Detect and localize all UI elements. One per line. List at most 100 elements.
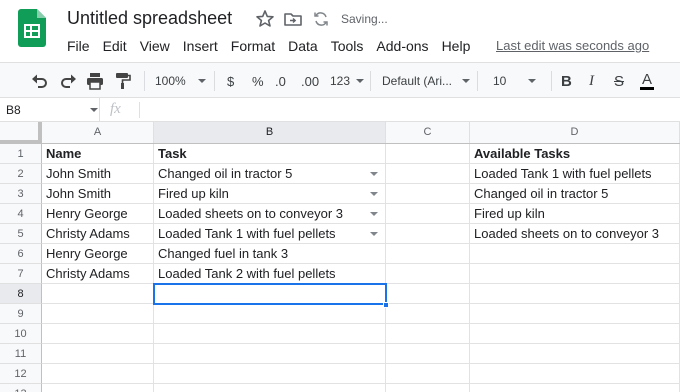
dropdown-arrow-icon[interactable]	[370, 192, 378, 196]
cell-b1[interactable]: Task	[154, 144, 386, 164]
cell-d2[interactable]: Loaded Tank 1 with fuel pellets	[470, 164, 680, 184]
cell-a11[interactable]	[42, 344, 154, 364]
cell-d9[interactable]	[470, 304, 680, 324]
document-title[interactable]: Untitled spreadsheet	[67, 8, 232, 29]
row-header-9[interactable]: 9	[0, 304, 42, 324]
menu-tools[interactable]: Tools	[331, 38, 364, 54]
cell-c3[interactable]	[386, 184, 470, 204]
cell-b12[interactable]	[154, 364, 386, 384]
row-header-13[interactable]: 13	[0, 384, 42, 392]
cell-b9[interactable]	[154, 304, 386, 324]
cell-d4[interactable]: Fired up kiln	[470, 204, 680, 224]
cell-a4[interactable]: Henry George	[42, 204, 154, 224]
print-icon[interactable]	[85, 72, 105, 90]
font-family-select[interactable]: Default (Ari...	[382, 72, 471, 90]
cell-c6[interactable]	[386, 244, 470, 264]
cell-c4[interactable]	[386, 204, 470, 224]
row-header-4[interactable]: 4	[0, 204, 42, 224]
cell-c5[interactable]	[386, 224, 470, 244]
row-header-6[interactable]: 6	[0, 244, 42, 264]
cell-b3[interactable]: Fired up kiln	[154, 184, 386, 204]
menu-view[interactable]: View	[140, 38, 170, 54]
column-header-a[interactable]: A	[42, 122, 154, 143]
cell-a7[interactable]: Christy Adams	[42, 264, 154, 284]
cell-d6[interactable]	[470, 244, 680, 264]
cell-d12[interactable]	[470, 364, 680, 384]
last-edit-link[interactable]: Last edit was seconds ago	[496, 38, 649, 53]
cell-b7[interactable]: Loaded Tank 2 with fuel pellets	[154, 264, 386, 284]
cell-a5[interactable]: Christy Adams	[42, 224, 154, 244]
cell-c9[interactable]	[386, 304, 470, 324]
row-header-8[interactable]: 8	[0, 284, 42, 304]
cell-c7[interactable]	[386, 264, 470, 284]
cell-d7[interactable]	[470, 264, 680, 284]
cell-d8[interactable]	[470, 284, 680, 304]
decrease-decimal-button[interactable]: .0	[275, 72, 286, 90]
row-header-5[interactable]: 5	[0, 224, 42, 244]
cell-a13[interactable]	[42, 384, 154, 392]
selected-cell-outline[interactable]	[153, 283, 387, 305]
cell-b4[interactable]: Loaded sheets on to conveyor 3	[154, 204, 386, 224]
cell-d1[interactable]: Available Tasks	[470, 144, 680, 164]
percent-format-button[interactable]: %	[252, 72, 264, 90]
menu-insert[interactable]: Insert	[183, 38, 218, 54]
cell-c13[interactable]	[386, 384, 470, 392]
dropdown-arrow-icon[interactable]	[370, 172, 378, 176]
row-header-3[interactable]: 3	[0, 184, 42, 204]
star-icon[interactable]	[255, 9, 275, 29]
cell-d10[interactable]	[470, 324, 680, 344]
sheets-logo-icon[interactable]	[18, 9, 46, 47]
cell-c8[interactable]	[386, 284, 470, 304]
cell-b10[interactable]	[154, 324, 386, 344]
cell-a8[interactable]	[42, 284, 154, 304]
cell-c1[interactable]	[386, 144, 470, 164]
cell-b2[interactable]: Changed oil in tractor 5	[154, 164, 386, 184]
row-header-2[interactable]: 2	[0, 164, 42, 184]
cell-a2[interactable]: John Smith	[42, 164, 154, 184]
cell-b13[interactable]	[154, 384, 386, 392]
menu-data[interactable]: Data	[288, 38, 318, 54]
paint-format-icon[interactable]	[113, 72, 133, 90]
increase-decimal-button[interactable]: .00	[301, 72, 319, 90]
italic-button[interactable]: I	[589, 72, 594, 90]
more-formats-button[interactable]: 123	[330, 72, 365, 90]
column-header-d[interactable]: D	[470, 122, 680, 143]
cell-d5[interactable]: Loaded sheets on to conveyor 3	[470, 224, 680, 244]
redo-icon[interactable]	[58, 72, 78, 90]
menu-format[interactable]: Format	[231, 38, 275, 54]
cell-d11[interactable]	[470, 344, 680, 364]
menu-file[interactable]: File	[67, 38, 90, 54]
select-all-corner[interactable]	[0, 122, 42, 144]
cell-a3[interactable]: John Smith	[42, 184, 154, 204]
cell-b11[interactable]	[154, 344, 386, 364]
strikethrough-button[interactable]: S	[614, 72, 624, 90]
bold-button[interactable]: B	[561, 72, 572, 90]
undo-icon[interactable]	[30, 72, 50, 90]
cell-a9[interactable]	[42, 304, 154, 324]
column-header-c[interactable]: C	[386, 122, 470, 143]
text-color-button[interactable]: A	[640, 72, 655, 90]
cell-c2[interactable]	[386, 164, 470, 184]
row-header-7[interactable]: 7	[0, 264, 42, 284]
cell-a6[interactable]: Henry George	[42, 244, 154, 264]
row-header-1[interactable]: 1	[0, 144, 42, 164]
cell-c10[interactable]	[386, 324, 470, 344]
zoom-select[interactable]: 100%	[155, 72, 206, 90]
menu-help[interactable]: Help	[442, 38, 471, 54]
cell-a12[interactable]	[42, 364, 154, 384]
menu-addons[interactable]: Add-ons	[376, 38, 428, 54]
font-size-select[interactable]: 10	[493, 72, 537, 90]
formula-input[interactable]	[146, 102, 666, 118]
column-header-b[interactable]: B	[154, 122, 386, 143]
move-to-folder-icon[interactable]	[283, 9, 303, 29]
row-header-11[interactable]: 11	[0, 344, 42, 364]
cell-a10[interactable]	[42, 324, 154, 344]
cell-d3[interactable]: Changed oil in tractor 5	[470, 184, 680, 204]
row-header-12[interactable]: 12	[0, 364, 42, 384]
dropdown-arrow-icon[interactable]	[370, 232, 378, 236]
menu-edit[interactable]: Edit	[103, 38, 127, 54]
fill-handle[interactable]	[383, 302, 389, 308]
cell-c11[interactable]	[386, 344, 470, 364]
cell-c12[interactable]	[386, 364, 470, 384]
cell-b5[interactable]: Loaded Tank 1 with fuel pellets	[154, 224, 386, 244]
